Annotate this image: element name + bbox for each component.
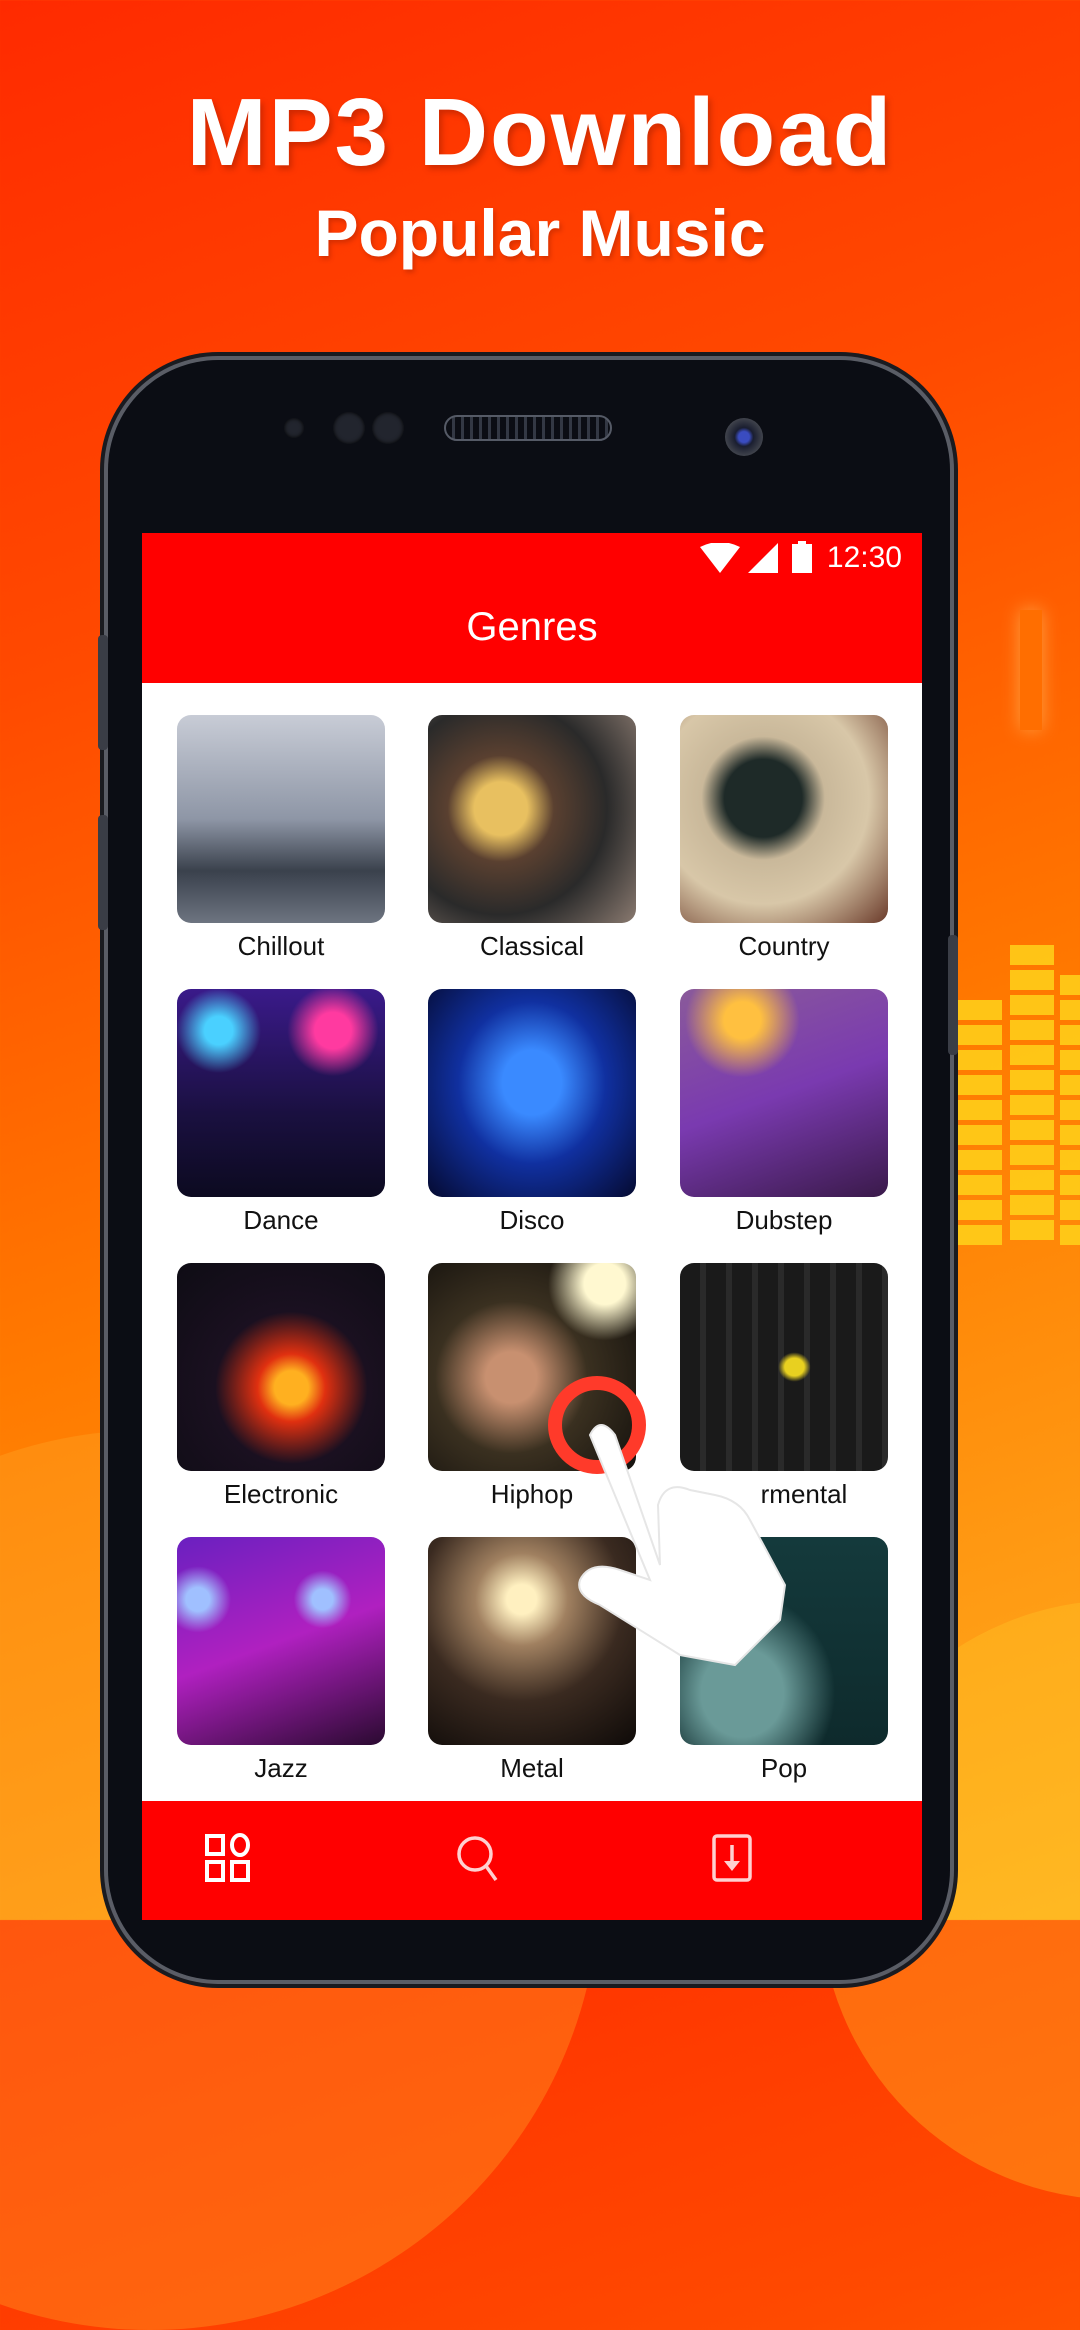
battery-icon bbox=[792, 541, 812, 573]
equalizer-bar bbox=[1010, 945, 1054, 965]
equalizer-bar bbox=[1010, 1045, 1054, 1065]
genre-label: Metal bbox=[500, 1753, 564, 1783]
equalizer-bar bbox=[1010, 1170, 1054, 1190]
grid-icon[interactable] bbox=[204, 1833, 254, 1883]
phone-sensor bbox=[372, 412, 404, 444]
equalizer-bar bbox=[958, 1200, 1002, 1220]
genre-label: Electronic bbox=[223, 1479, 339, 1509]
equalizer-bar bbox=[1060, 975, 1080, 995]
genre-label: Dubstep bbox=[735, 1205, 833, 1235]
genre-tile-classical[interactable]: Classical bbox=[428, 715, 636, 962]
genre-tile-chillout[interactable]: Chillout bbox=[177, 715, 385, 962]
app-screen: 12:30 Genres Chillout Classical Country … bbox=[142, 533, 922, 1920]
equalizer-bar bbox=[1010, 1120, 1054, 1140]
download-icon[interactable] bbox=[707, 1833, 757, 1883]
wifi-icon bbox=[700, 543, 740, 573]
phone-volume-button bbox=[98, 815, 108, 930]
equalizer-bar bbox=[958, 1075, 1002, 1095]
equalizer-bar bbox=[1060, 1175, 1080, 1195]
equalizer-bar bbox=[1060, 1000, 1080, 1020]
phone-power-button bbox=[948, 935, 958, 1055]
phone-sensor bbox=[333, 412, 365, 444]
equalizer-bar bbox=[1010, 1070, 1054, 1090]
equalizer-bar bbox=[1060, 1125, 1080, 1145]
equalizer-bar bbox=[958, 1000, 1002, 1020]
genre-label: Disco bbox=[499, 1205, 565, 1235]
genre-thumbnail bbox=[177, 1263, 385, 1471]
genre-thumbnail bbox=[177, 715, 385, 923]
genre-thumbnail bbox=[680, 715, 888, 923]
equalizer-bar bbox=[958, 1225, 1002, 1245]
phone-camera bbox=[725, 418, 763, 456]
genre-label: Country bbox=[738, 931, 830, 961]
equalizer-bar bbox=[1010, 995, 1054, 1015]
equalizer-bar bbox=[1010, 1020, 1054, 1040]
equalizer-bar bbox=[1060, 1050, 1080, 1070]
genre-thumbnail bbox=[177, 1537, 385, 1745]
signal-icon bbox=[748, 543, 778, 573]
equalizer-bar bbox=[1010, 1220, 1054, 1240]
bottom-nav bbox=[142, 1801, 922, 1920]
equalizer-bar bbox=[958, 1175, 1002, 1195]
genre-tile-country[interactable]: Country bbox=[680, 715, 888, 962]
genre-label: Jazz bbox=[254, 1753, 308, 1783]
genre-label: Dance bbox=[243, 1205, 319, 1235]
promo-subtitle: Popular Music bbox=[314, 196, 766, 270]
genre-tile-disco[interactable]: Disco bbox=[428, 989, 636, 1236]
equalizer-bar bbox=[1010, 1095, 1054, 1115]
search-icon[interactable] bbox=[454, 1833, 504, 1883]
status-time: 12:30 bbox=[826, 541, 902, 574]
genre-thumbnail bbox=[680, 989, 888, 1197]
app-bar: Genres bbox=[142, 583, 922, 683]
equalizer-bar bbox=[1060, 1225, 1080, 1245]
equalizer-bar bbox=[1010, 970, 1054, 990]
genre-tile-dance[interactable]: Dance bbox=[177, 989, 385, 1236]
genre-thumbnail bbox=[428, 715, 636, 923]
equalizer-bar bbox=[1060, 1200, 1080, 1220]
phone-sensor bbox=[284, 418, 304, 438]
tap-gesture-hand-icon bbox=[548, 1376, 787, 1667]
equalizer-bar bbox=[1060, 1150, 1080, 1170]
promo-title: MP3 Download bbox=[186, 79, 894, 186]
equalizer-bar bbox=[958, 1050, 1002, 1070]
phone-speaker bbox=[444, 415, 612, 441]
status-bar: 12:30 bbox=[142, 533, 922, 583]
equalizer-bar bbox=[1010, 1195, 1054, 1215]
genre-tile-jazz[interactable]: Jazz bbox=[177, 1537, 385, 1784]
equalizer-bar-decoration bbox=[1020, 610, 1042, 730]
genre-tile-electronic[interactable]: Electronic bbox=[177, 1263, 385, 1510]
genre-label: Pop bbox=[760, 1753, 808, 1783]
equalizer-bar bbox=[1060, 1075, 1080, 1095]
page-title: Genres bbox=[466, 605, 598, 649]
equalizer-bar bbox=[1060, 1025, 1080, 1045]
genre-thumbnail bbox=[428, 989, 636, 1197]
equalizer-bar bbox=[958, 1100, 1002, 1120]
phone-volume-button bbox=[98, 635, 108, 750]
equalizer-bar bbox=[958, 1150, 1002, 1170]
equalizer-bar bbox=[958, 1125, 1002, 1145]
genre-label: Chillout bbox=[237, 931, 325, 961]
genre-thumbnail bbox=[177, 989, 385, 1197]
equalizer-bar bbox=[958, 1025, 1002, 1045]
equalizer-bar bbox=[1010, 1145, 1054, 1165]
equalizer-bar bbox=[1060, 1100, 1080, 1120]
genre-label: Classical bbox=[479, 931, 585, 961]
genre-tile-dubstep[interactable]: Dubstep bbox=[680, 989, 888, 1236]
